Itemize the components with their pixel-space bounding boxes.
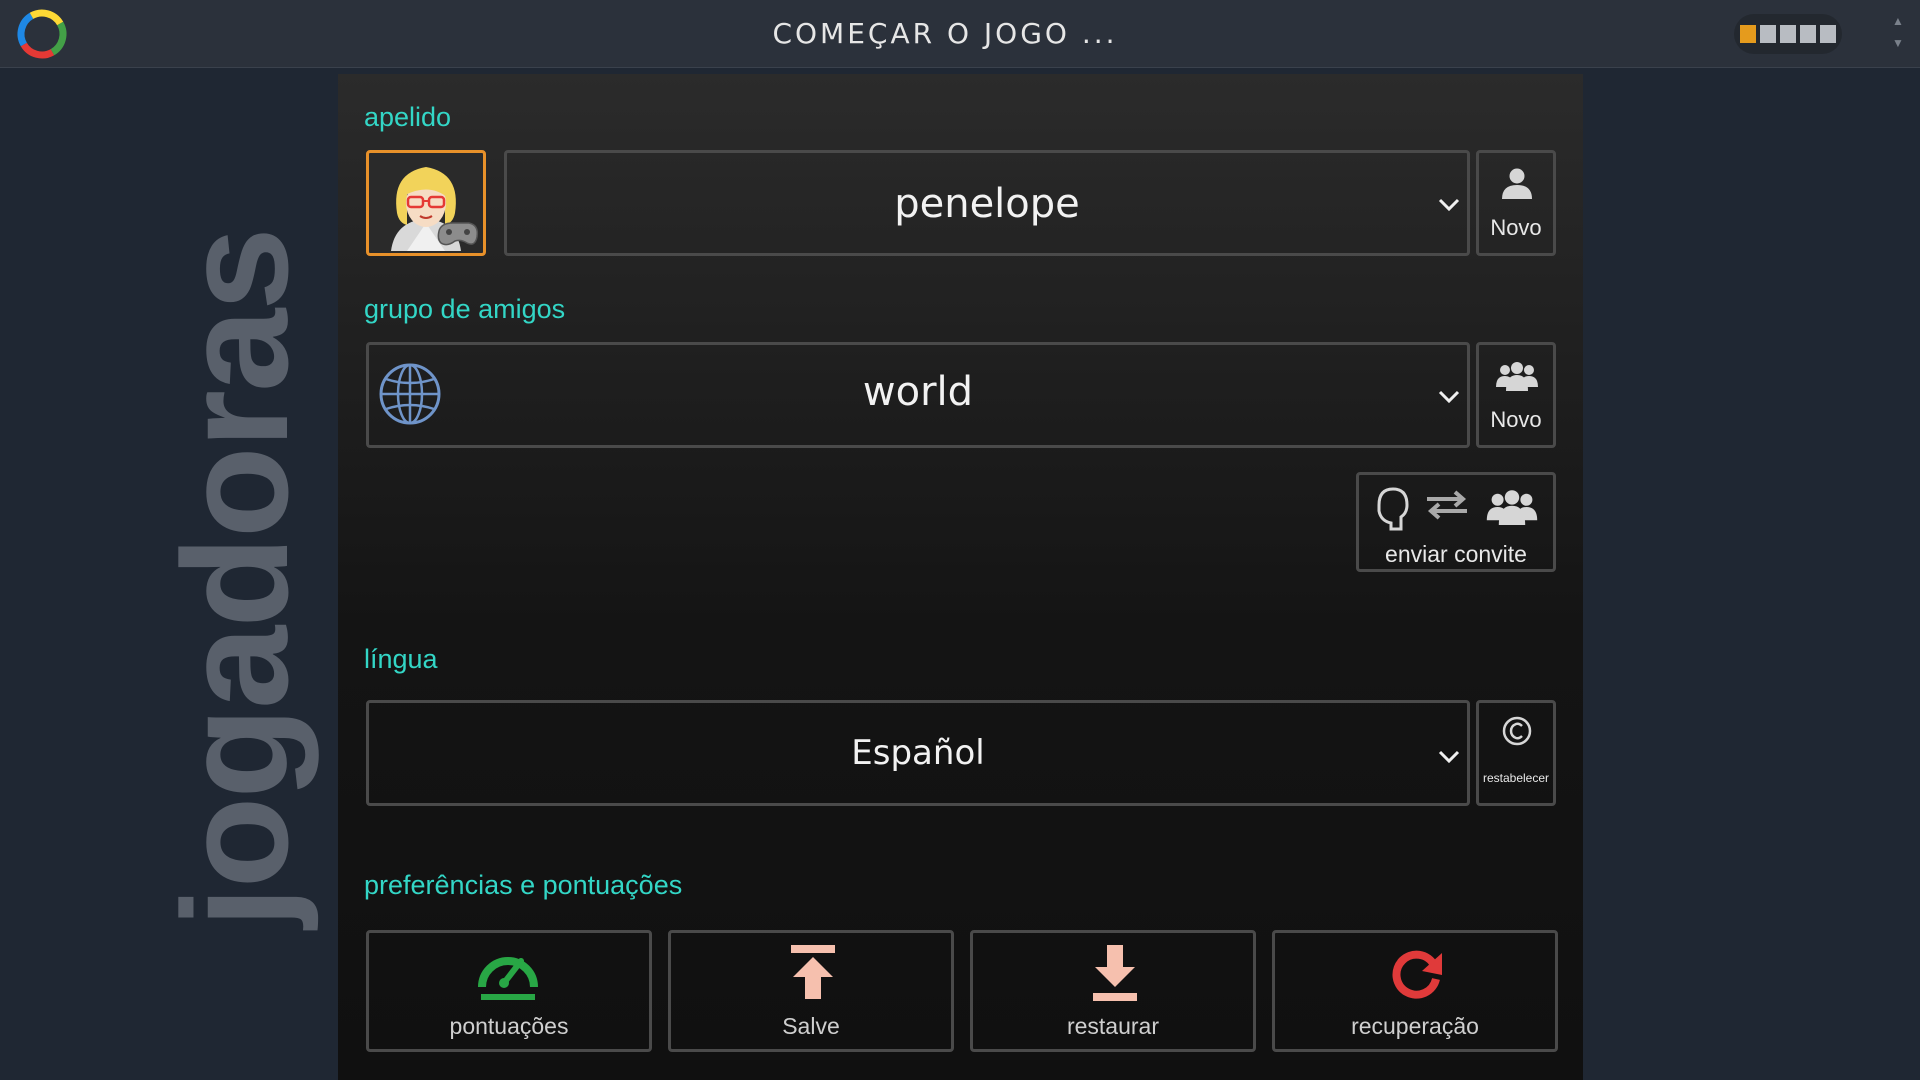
scores-button[interactable]: pontuações [366, 930, 652, 1052]
swap-arrows-icon [1427, 490, 1467, 520]
group-label: grupo de amigos [364, 294, 566, 324]
layout-tile[interactable] [1740, 25, 1756, 43]
side-title: jogadoras [151, 229, 319, 928]
chevron-down-icon [1438, 750, 1460, 764]
chevron-down-icon [1438, 390, 1460, 404]
group-icon [1496, 362, 1538, 391]
new-group-label: Novo [1490, 407, 1542, 432]
layout-tile[interactable] [1820, 25, 1836, 43]
send-invite-button[interactable]: enviar convite [1356, 472, 1556, 572]
language-label: língua [364, 644, 438, 674]
save-label: Salve [782, 1013, 840, 1039]
scroll-up-icon[interactable]: ▲ [1888, 10, 1908, 32]
restore-label: restaurar [1066, 1013, 1160, 1039]
nickname-value: penelope [894, 181, 1080, 227]
layout-tile[interactable] [1760, 25, 1776, 43]
speedometer-icon [478, 957, 538, 1000]
download-icon [1093, 945, 1137, 1001]
new-player-label: Novo [1490, 215, 1542, 240]
recovery-label: recuperação [1351, 1013, 1479, 1039]
reset-language-button[interactable]: restabelecer [1476, 700, 1556, 806]
nickname-label: apelido [364, 102, 452, 132]
recovery-button[interactable]: recuperação [1272, 930, 1558, 1052]
side-banner: jogadoras [0, 68, 338, 1080]
top-bar: COMEÇAR O JOGO ... ▲ ▼ [0, 0, 1920, 68]
refresh-icon [1392, 950, 1442, 999]
blonde-woman-avatar-icon [391, 167, 479, 251]
send-invite-label: enviar convite [1385, 541, 1527, 567]
nickname-select[interactable]: penelope [504, 150, 1470, 256]
scroll-down-icon[interactable]: ▼ [1888, 32, 1908, 54]
upload-icon [791, 945, 835, 999]
group-select[interactable]: world [366, 342, 1470, 448]
language-value: Español [851, 733, 985, 773]
user-icon [1502, 168, 1532, 199]
group-value: world [862, 369, 974, 415]
prefs-label: preferências e pontuações [364, 870, 683, 900]
copyright-icon [1502, 716, 1532, 746]
new-player-button[interactable]: Novo [1476, 150, 1556, 256]
scroll-arrows[interactable]: ▲ ▼ [1888, 10, 1908, 58]
page-title: COMEÇAR O JOGO ... [772, 17, 1118, 50]
person-head-icon [1377, 487, 1409, 531]
group-icon [1486, 490, 1538, 525]
avatar[interactable] [366, 150, 486, 256]
restore-button[interactable]: restaurar [970, 930, 1256, 1052]
layout-tiles-toggle[interactable] [1734, 14, 1842, 54]
chevron-down-icon [1438, 198, 1460, 212]
settings-panel: apelido penelope Novo grupo de amigos wo… [338, 74, 1583, 1080]
layout-tile[interactable] [1800, 25, 1816, 43]
layout-tile[interactable] [1780, 25, 1796, 43]
language-select[interactable]: Español [366, 700, 1470, 806]
new-group-button[interactable]: Novo [1476, 342, 1556, 448]
save-button[interactable]: Salve [668, 930, 954, 1052]
reset-language-label: restabelecer [1482, 771, 1550, 785]
scores-label: pontuações [449, 1013, 569, 1039]
